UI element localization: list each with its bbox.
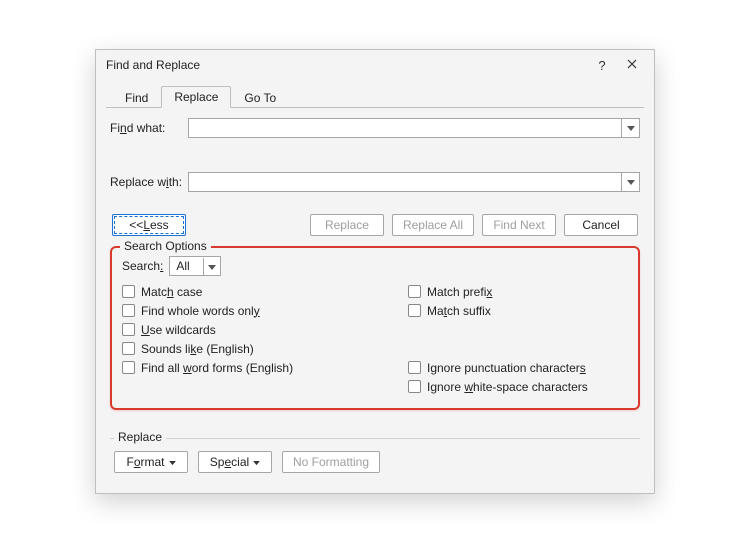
chevron-down-icon: [169, 455, 176, 469]
checkbox-icon: [122, 304, 135, 317]
cancel-button[interactable]: Cancel: [564, 214, 638, 236]
find-what-dropdown-button[interactable]: [621, 119, 639, 137]
chevron-down-icon: [208, 260, 216, 274]
help-button[interactable]: ?: [588, 53, 616, 77]
checkbox-icon: [122, 285, 135, 298]
find-replace-dialog: Find and Replace ? Find Replace Go To Fi…: [95, 49, 655, 494]
tab-find[interactable]: Find: [112, 87, 161, 108]
replace-format-group: Replace Format Special No Formatting: [110, 438, 640, 477]
no-formatting-button[interactable]: No Formatting: [282, 451, 380, 473]
dialog-title: Find and Replace: [106, 58, 586, 72]
use-wildcards-label: Use wildcards: [141, 323, 216, 337]
sounds-like-label: Sounds like (English): [141, 342, 254, 356]
sounds-like-checkbox[interactable]: Sounds like (English): [122, 339, 388, 358]
chevron-down-icon: [627, 175, 635, 189]
use-wildcards-checkbox[interactable]: Use wildcards: [122, 320, 388, 339]
replace-with-input[interactable]: [188, 172, 640, 192]
checkbox-icon: [122, 361, 135, 374]
checkbox-icon: [408, 304, 421, 317]
search-options-legend: Search Options: [120, 239, 211, 253]
match-suffix-checkbox[interactable]: Match suffix: [408, 301, 628, 320]
checkbox-icon: [122, 323, 135, 336]
whole-words-checkbox[interactable]: Find whole words only: [122, 301, 388, 320]
less-button[interactable]: << Less: [112, 214, 186, 236]
replace-all-button[interactable]: Replace All: [392, 214, 474, 236]
close-icon: [627, 58, 637, 72]
ignore-whitespace-label: Ignore white-space characters: [427, 380, 588, 394]
special-button[interactable]: Special: [198, 451, 272, 473]
match-suffix-label: Match suffix: [427, 304, 491, 318]
match-case-label: Match case: [141, 285, 202, 299]
search-direction-select[interactable]: All: [169, 256, 221, 276]
chevron-down-icon: [627, 121, 635, 135]
word-forms-label: Find all word forms (English): [141, 361, 293, 375]
ignore-whitespace-checkbox[interactable]: Ignore white-space characters: [408, 377, 628, 396]
tab-goto[interactable]: Go To: [231, 87, 289, 108]
replace-button[interactable]: Replace: [310, 214, 384, 236]
search-direction-label: Search:: [122, 259, 163, 273]
close-button[interactable]: [618, 53, 646, 77]
help-icon: ?: [598, 58, 605, 73]
whole-words-label: Find whole words only: [141, 304, 260, 318]
checkbox-icon: [408, 361, 421, 374]
match-case-checkbox[interactable]: Match case: [122, 282, 388, 301]
replace-format-legend: Replace: [114, 430, 166, 444]
titlebar: Find and Replace ?: [96, 50, 654, 80]
ignore-punctuation-checkbox[interactable]: Ignore punctuation characters: [408, 358, 628, 377]
ignore-punctuation-label: Ignore punctuation characters: [427, 361, 586, 375]
checkbox-icon: [408, 285, 421, 298]
replace-with-combo: [188, 172, 640, 192]
search-options-group: Search Options Search: All: [110, 246, 640, 410]
find-next-button[interactable]: Find Next: [482, 214, 556, 236]
match-prefix-label: Match prefix: [427, 285, 492, 299]
tabstrip: Find Replace Go To: [106, 84, 644, 108]
replace-with-label: Replace with:: [110, 175, 188, 189]
word-forms-checkbox[interactable]: Find all word forms (English): [122, 358, 388, 377]
chevron-down-icon: [253, 455, 260, 469]
match-prefix-checkbox[interactable]: Match prefix: [408, 282, 628, 301]
tab-replace[interactable]: Replace: [161, 86, 231, 108]
find-what-combo: [188, 118, 640, 138]
format-button[interactable]: Format: [114, 451, 188, 473]
find-what-input[interactable]: [188, 118, 640, 138]
checkbox-icon: [122, 342, 135, 355]
replace-with-dropdown-button[interactable]: [621, 173, 639, 191]
search-direction-caret: [203, 258, 219, 276]
find-what-label: Find what:: [110, 121, 188, 135]
checkbox-icon: [408, 380, 421, 393]
